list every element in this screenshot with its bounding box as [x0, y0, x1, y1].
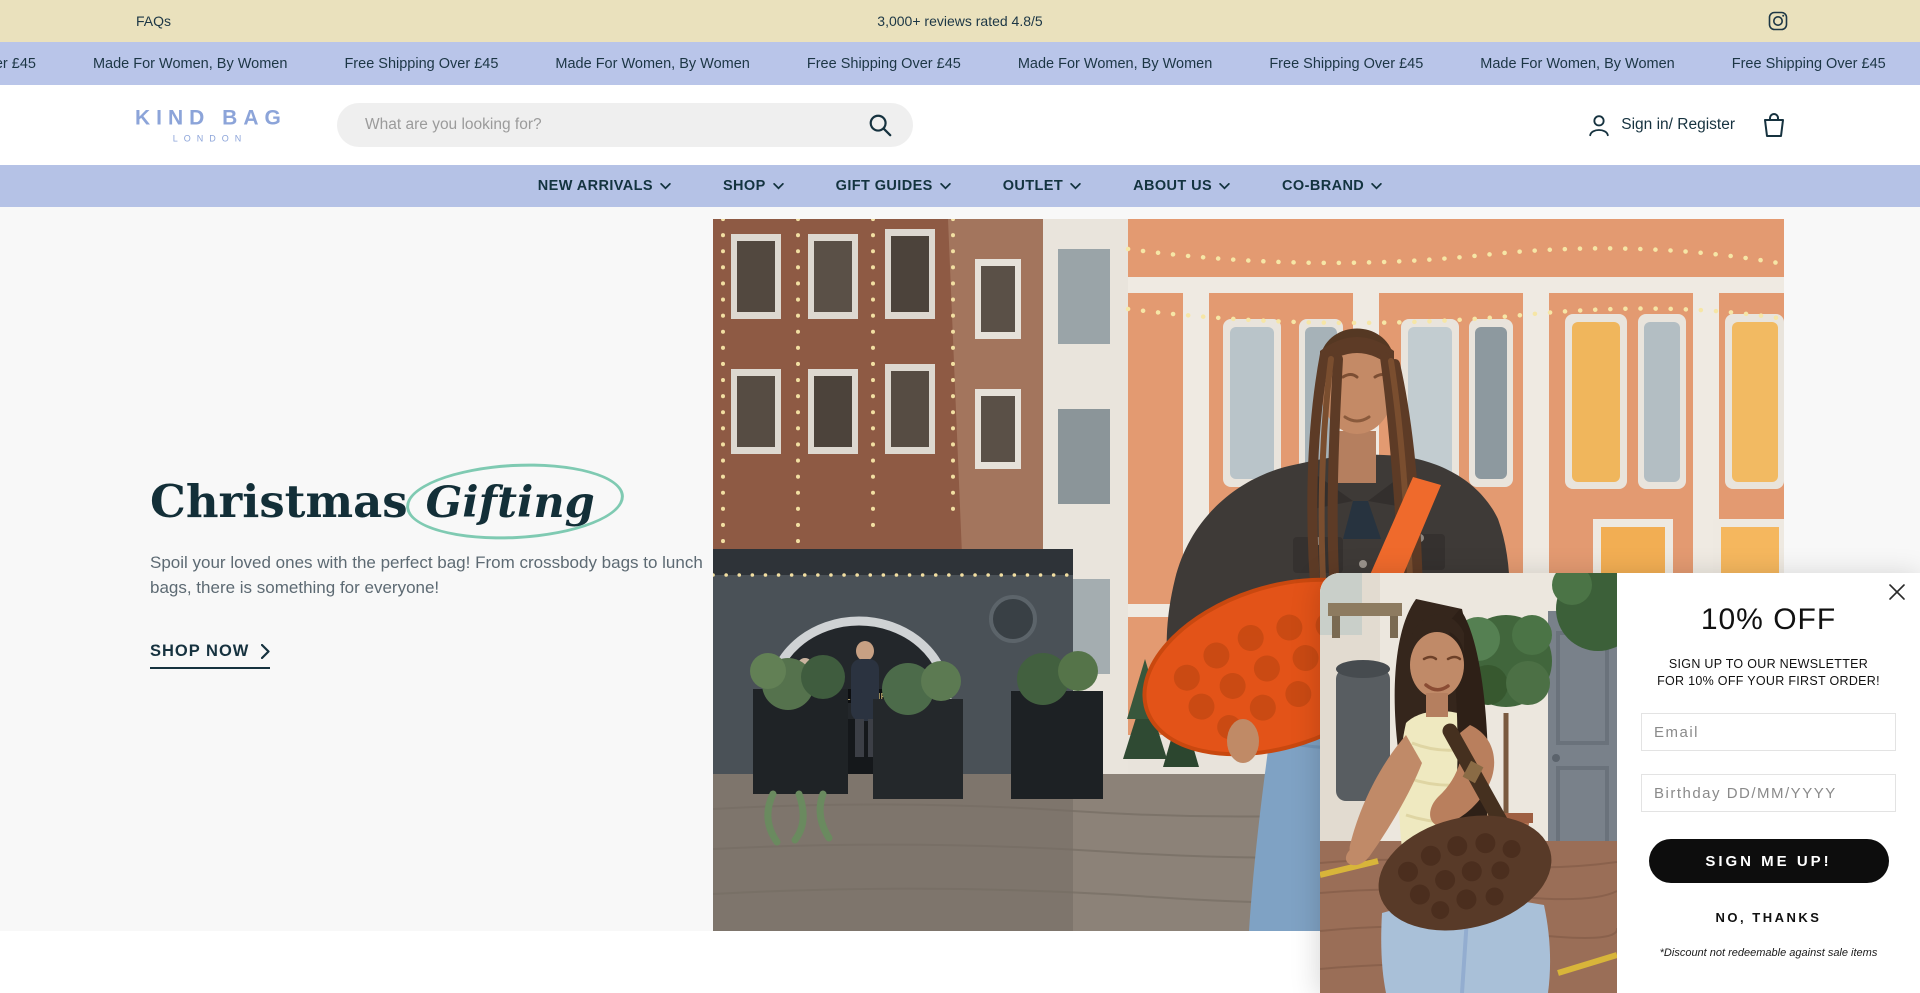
hero-title-part2-text: Gifting [426, 478, 595, 528]
shop-now-link[interactable]: SHOP NOW [150, 642, 270, 669]
shopping-bag-icon [1758, 109, 1790, 141]
person-icon [1586, 112, 1612, 138]
site-header: KIND BAG LONDON Sign in/ Register [0, 85, 1920, 165]
hero-title: Christmas Gifting [150, 475, 720, 528]
search-icon[interactable] [867, 112, 893, 138]
chevron-down-icon [660, 183, 671, 190]
chevron-down-icon [940, 183, 951, 190]
popup-headline: 10% OFF [1701, 603, 1836, 637]
hero-description: Spoil your loved ones with the perfect b… [150, 550, 710, 600]
logo-subtext: LONDON [135, 134, 285, 144]
marquee-item: Free Shipping Over £45 [1269, 56, 1423, 72]
reviews-text: 3,000+ reviews rated 4.8/5 [877, 13, 1042, 29]
hero-title-part2: Gifting [418, 478, 603, 528]
marquee-item: Made For Women, By Women [1480, 56, 1674, 72]
marquee-item: Made For Women, By Women [555, 56, 749, 72]
search-bar[interactable] [337, 103, 913, 147]
nav-label: GIFT GUIDES [836, 178, 933, 194]
popup-panel: 10% OFF SIGN UP TO OUR NEWSLETTER FOR 10… [1617, 573, 1920, 993]
hero-title-part1: Christmas [150, 475, 408, 528]
chevron-down-icon [1371, 183, 1382, 190]
main-nav: NEW ARRIVALS SHOP GIFT GUIDES OUTLET ABO… [0, 165, 1920, 207]
marquee-item: Made For Women, By Women [1018, 56, 1212, 72]
cart-button[interactable] [1758, 109, 1790, 141]
chevron-right-icon [261, 644, 270, 659]
search-input[interactable] [337, 116, 867, 134]
marquee-track: Free Shipping Over £45 Made For Women, B… [0, 56, 1886, 72]
marquee-item: Free Shipping Over £45 [0, 56, 36, 72]
newsletter-popup: 10% OFF SIGN UP TO OUR NEWSLETTER FOR 10… [1320, 573, 1920, 993]
nav-label: SHOP [723, 178, 766, 194]
nav-item-gift-guides[interactable]: GIFT GUIDES [836, 178, 951, 194]
popup-subheadline: SIGN UP TO OUR NEWSLETTER FOR 10% OFF YO… [1657, 656, 1880, 690]
popup-photo [1320, 573, 1617, 993]
birthday-field[interactable] [1641, 774, 1896, 812]
faq-link[interactable]: FAQs [136, 13, 171, 29]
popup-subline2: FOR 10% OFF YOUR FIRST ORDER! [1657, 673, 1880, 690]
email-field[interactable] [1641, 713, 1896, 751]
nav-item-outlet[interactable]: OUTLET [1003, 178, 1081, 194]
signin-label: Sign in/ Register [1621, 116, 1735, 134]
nav-item-about-us[interactable]: ABOUT US [1133, 178, 1230, 194]
marquee-item: Free Shipping Over £45 [344, 56, 498, 72]
nav-item-co-brand[interactable]: CO-BRAND [1282, 178, 1382, 194]
close-icon[interactable] [1888, 583, 1906, 601]
popup-photo-art [1320, 573, 1617, 993]
marquee-item: Free Shipping Over £45 [1732, 56, 1886, 72]
hero-copy: Christmas Gifting Spoil your loved ones … [150, 475, 720, 669]
marquee-item: Free Shipping Over £45 [807, 56, 961, 72]
marquee-bar: Free Shipping Over £45 Made For Women, B… [0, 42, 1920, 85]
nav-label: CO-BRAND [1282, 178, 1364, 194]
nav-item-shop[interactable]: SHOP [723, 178, 784, 194]
marquee-item: Made For Women, By Women [93, 56, 287, 72]
brand-logo[interactable]: KIND BAG LONDON [135, 107, 285, 144]
popup-fine-print: *Discount not redeemable against sale it… [1660, 947, 1878, 959]
chevron-down-icon [773, 183, 784, 190]
signin-register-button[interactable]: Sign in/ Register [1586, 112, 1735, 138]
instagram-icon[interactable] [1768, 11, 1788, 31]
shop-now-label: SHOP NOW [150, 642, 249, 661]
nav-label: NEW ARRIVALS [538, 178, 653, 194]
popup-subline1: SIGN UP TO OUR NEWSLETTER [1657, 656, 1880, 673]
nav-item-new-arrivals[interactable]: NEW ARRIVALS [538, 178, 671, 194]
chevron-down-icon [1070, 183, 1081, 190]
nav-label: OUTLET [1003, 178, 1063, 194]
sign-me-up-button[interactable]: SIGN ME UP! [1649, 839, 1889, 883]
chevron-down-icon [1219, 183, 1230, 190]
announcement-bar: FAQs 3,000+ reviews rated 4.8/5 [0, 0, 1920, 42]
logo-text: KIND BAG [135, 107, 285, 131]
no-thanks-button[interactable]: NO, THANKS [1716, 910, 1822, 925]
nav-label: ABOUT US [1133, 178, 1212, 194]
